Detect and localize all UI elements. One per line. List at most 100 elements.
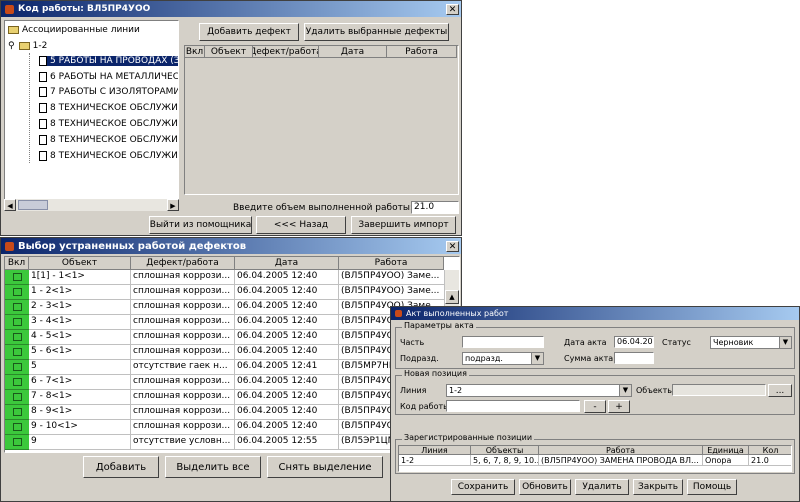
cell-object[interactable]: 4 - 5<1> — [29, 330, 131, 345]
tree-root[interactable]: Ассоциированные линии — [8, 25, 140, 35]
scroll-right-icon[interactable]: ▶ — [167, 199, 179, 211]
col-header-object[interactable]: Объект — [29, 257, 131, 270]
cell-defect[interactable]: отсутствие гаек н... — [131, 360, 235, 375]
tree-item[interactable]: 8 ТЕХНИЧЕСКОЕ ОБСЛУЖИВАН — [39, 103, 178, 113]
col-header-work[interactable]: Работа — [539, 446, 703, 455]
checkbox-icon[interactable] — [13, 423, 22, 431]
cell-object[interactable]: 2 - 3<1> — [29, 300, 131, 315]
checkbox-icon[interactable] — [13, 363, 22, 371]
plus-button[interactable]: + — [608, 400, 630, 413]
exit-wizard-button[interactable]: Выйти из помощника — [149, 216, 252, 234]
volume-input[interactable]: 21.0 — [411, 201, 459, 214]
cell-date[interactable]: 06.04.2005 12:55 — [235, 435, 339, 450]
cell-defect[interactable]: сплошная коррози... — [131, 330, 235, 345]
col-header-object[interactable]: Объект — [205, 46, 253, 58]
cell-defect[interactable]: сплошная коррози... — [131, 270, 235, 285]
add-button[interactable]: Добавить — [83, 456, 159, 478]
cell-defect[interactable]: сплошная коррози... — [131, 300, 235, 315]
chevron-down-icon[interactable]: ▼ — [779, 337, 791, 348]
enabled-checkbox-cell[interactable] — [5, 375, 29, 390]
checkbox-icon[interactable] — [13, 273, 22, 281]
enabled-checkbox-cell[interactable] — [5, 300, 29, 315]
enabled-checkbox-cell[interactable] — [5, 435, 29, 450]
cell-defect[interactable]: сплошная коррози... — [131, 420, 235, 435]
col-header-qty[interactable]: Кол — [749, 446, 791, 455]
cell-object[interactable]: 9 — [29, 435, 131, 450]
cell-object[interactable]: 1 - 2<1> — [29, 285, 131, 300]
tree-group[interactable]: ⚲ 1-2 — [8, 41, 47, 51]
col-header-date[interactable]: Дата — [319, 46, 387, 58]
tree-item[interactable]: 7 РАБОТЫ С ИЗОЛЯТОРАМИ, Ф — [39, 87, 178, 97]
checkbox-icon[interactable] — [13, 348, 22, 356]
enabled-checkbox-cell[interactable] — [5, 345, 29, 360]
delete-button[interactable]: Удалить — [575, 479, 629, 495]
cell-defect[interactable]: сплошная коррози... — [131, 405, 235, 420]
cell-defect[interactable]: сплошная коррози... — [131, 285, 235, 300]
enabled-checkbox-cell[interactable] — [5, 420, 29, 435]
pos-cell-objects[interactable]: 5, 6, 7, 8, 9, 10... — [471, 455, 539, 466]
defects-selection-titlebar[interactable]: Выбор устраненных работой дефектов ✕ — [1, 238, 461, 254]
tree-item[interactable]: 6 РАБОТЫ НА МЕТАЛЛИЧЕСКИХ — [39, 72, 178, 82]
checkbox-icon[interactable] — [13, 303, 22, 311]
checkbox-icon[interactable] — [13, 333, 22, 341]
expand-icon[interactable]: ⚲ — [8, 41, 15, 51]
enabled-checkbox-cell[interactable] — [5, 315, 29, 330]
remove-defects-button[interactable]: Удалить выбранные дефекты — [304, 23, 449, 41]
objects-input[interactable] — [672, 384, 766, 396]
cell-date[interactable]: 06.04.2005 12:40 — [235, 300, 339, 315]
cell-date[interactable]: 06.04.2005 12:40 — [235, 270, 339, 285]
add-defect-button[interactable]: Добавить дефект — [199, 23, 299, 41]
cell-object[interactable]: 8 - 9<1> — [29, 405, 131, 420]
checkbox-icon[interactable] — [13, 393, 22, 401]
col-header-objects[interactable]: Объекты — [471, 446, 539, 455]
col-header-defect[interactable]: Дефект/работа — [131, 257, 235, 270]
cell-object[interactable]: 5 — [29, 360, 131, 375]
enabled-checkbox-cell[interactable] — [5, 285, 29, 300]
col-header-defect[interactable]: Дефект/работа — [253, 46, 319, 58]
cell-date[interactable]: 06.04.2005 12:40 — [235, 330, 339, 345]
cell-work[interactable]: (ВЛ5ПР4УОО) Заме... — [339, 285, 445, 300]
checkbox-icon[interactable] — [13, 318, 22, 326]
col-header-date[interactable]: Дата — [235, 257, 339, 270]
refresh-button[interactable]: Обновить — [519, 479, 571, 495]
line-select[interactable]: 1-2 ▼ — [446, 384, 632, 397]
pos-cell-qty[interactable]: 21.0 — [749, 455, 791, 466]
select-all-button[interactable]: Выделить все — [165, 456, 261, 478]
back-button[interactable]: <<< Назад — [256, 216, 346, 234]
tree-item[interactable]: 8 ТЕХНИЧЕСКОЕ ОБСЛУЖИВАН — [39, 119, 178, 129]
objects-picker-button[interactable]: ... — [768, 384, 792, 397]
chevron-down-icon[interactable]: ▼ — [531, 353, 543, 364]
pos-cell-unit[interactable]: Опора — [703, 455, 749, 466]
scroll-left-icon[interactable]: ◀ — [4, 199, 16, 211]
cell-object[interactable]: 1[1] - 1<1> — [29, 270, 131, 285]
close-icon[interactable]: ✕ — [446, 240, 459, 252]
checkbox-icon[interactable] — [13, 288, 22, 296]
cell-work[interactable]: (ВЛ5ПР4УОО) Заме... — [339, 270, 445, 285]
tree-item[interactable]: 8 ТЕХНИЧЕСКОЕ ОБСЛУЖИВАН — [39, 151, 178, 161]
cell-date[interactable]: 06.04.2005 12:40 — [235, 405, 339, 420]
tree-hscrollbar[interactable]: ◀ ▶ — [4, 199, 179, 211]
act-sum-input[interactable] — [614, 352, 654, 364]
cell-date[interactable]: 06.04.2005 12:40 — [235, 420, 339, 435]
col-header-line[interactable]: Линия — [399, 446, 471, 455]
close-button[interactable]: Закрыть — [633, 479, 683, 495]
enabled-checkbox-cell[interactable] — [5, 360, 29, 375]
cell-date[interactable]: 06.04.2005 12:41 — [235, 360, 339, 375]
col-header-work[interactable]: Работа — [339, 257, 444, 270]
part-input[interactable] — [462, 336, 544, 348]
cell-date[interactable]: 06.04.2005 12:40 — [235, 345, 339, 360]
cell-object[interactable]: 6 - 7<1> — [29, 375, 131, 390]
cell-defect[interactable]: сплошная коррози... — [131, 375, 235, 390]
save-button[interactable]: Сохранить — [451, 479, 515, 495]
col-header-work[interactable]: Работа — [387, 46, 457, 58]
col-header-enabled[interactable]: Вкл — [5, 257, 29, 270]
minus-button[interactable]: - — [584, 400, 606, 413]
lines-tree[interactable]: Ассоциированные линии ⚲ 1-2 5 РАБОТЫ НА … — [4, 20, 179, 210]
cell-object[interactable]: 9 - 10<1> — [29, 420, 131, 435]
checkbox-icon[interactable] — [13, 378, 22, 386]
checkbox-icon[interactable] — [13, 438, 22, 446]
finish-import-button[interactable]: Завершить импорт — [351, 216, 456, 234]
cell-defect[interactable]: сплошная коррози... — [131, 345, 235, 360]
wizard-button[interactable]: Помощь — [687, 479, 737, 495]
enabled-checkbox-cell[interactable] — [5, 390, 29, 405]
